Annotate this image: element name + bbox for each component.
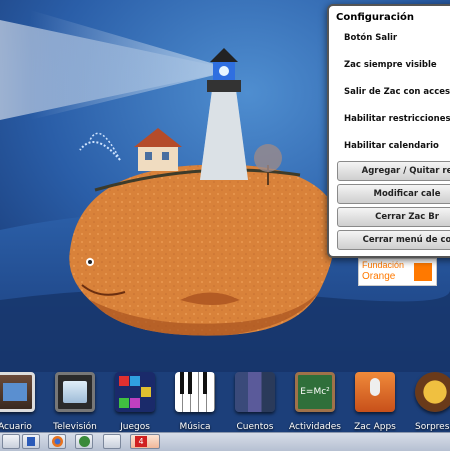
- surprise-icon: [415, 372, 450, 412]
- microphone-icon: [355, 372, 395, 412]
- logo-line2: Orange: [362, 271, 396, 282]
- globe-icon[interactable]: [75, 434, 93, 449]
- fundacion-orange-logo: Fundación Orange: [358, 258, 437, 286]
- option-zac-always-visible[interactable]: Zac siempre visible: [344, 60, 437, 70]
- aquarium-icon: [0, 372, 35, 412]
- taskbar-window-icon[interactable]: [2, 434, 20, 449]
- app-dock: Acuario Televisión Juegos Música Cuentos…: [0, 364, 450, 434]
- firefox-icon[interactable]: [48, 434, 66, 449]
- option-exit-button[interactable]: Botón Salir: [344, 33, 397, 43]
- zac-badge: 4: [135, 436, 147, 447]
- configuration-menu: Configuración Botón Salir Zac siempre vi…: [327, 4, 450, 258]
- dock-label: Sorpresa: [415, 422, 450, 432]
- zac-task-button[interactable]: 4: [130, 434, 160, 449]
- app-icon[interactable]: [103, 434, 121, 449]
- option-enable-calendar[interactable]: Habilitar calendario: [344, 141, 439, 151]
- tetris-blocks-icon: [115, 372, 155, 412]
- word-icon[interactable]: [22, 434, 40, 449]
- taskbar: 4: [0, 432, 450, 451]
- close-config-menu-button[interactable]: Cerrar menú de co: [337, 230, 450, 250]
- piano-keys-icon: [175, 372, 215, 412]
- chalkboard-icon: E=Mc²: [295, 372, 335, 412]
- modify-calendar-button[interactable]: Modificar cale: [337, 184, 450, 204]
- add-remove-button[interactable]: Agregar / Quitar re: [337, 161, 450, 181]
- option-enable-web-restrictions[interactable]: Habilitar restricciones web: [344, 114, 450, 124]
- orange-square-icon: [414, 263, 432, 281]
- television-icon: [55, 372, 95, 412]
- logo-line1: Fundación: [362, 260, 405, 270]
- close-zac-browser-button[interactable]: Cerrar Zac Br: [337, 207, 450, 227]
- option-exit-zac-shortcut[interactable]: Salir de Zac con acceso dire: [344, 87, 450, 97]
- books-icon: [235, 372, 275, 412]
- config-title: Configuración: [336, 12, 415, 23]
